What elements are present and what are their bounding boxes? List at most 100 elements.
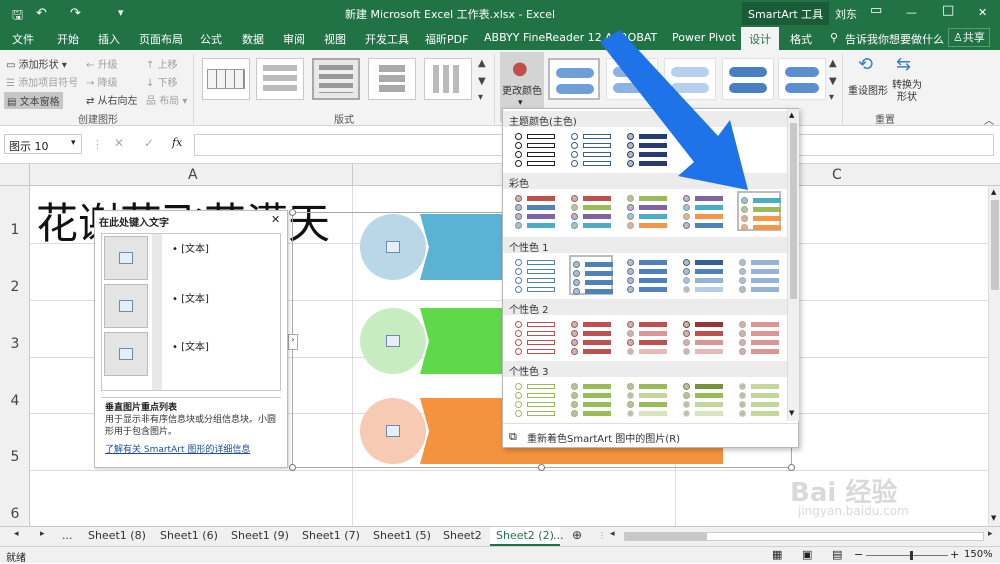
resize-handle[interactable] [289, 209, 296, 216]
recolor-pictures-option[interactable]: ⧉ 重新着色SmartArt 图中的图片(R) [503, 423, 798, 447]
tab-page-layout[interactable]: 页面布局 [139, 31, 183, 47]
cancel-icon[interactable]: ✕ [114, 136, 124, 150]
thumb-picture-3[interactable] [104, 332, 148, 376]
close-icon[interactable]: ✕ [271, 213, 280, 226]
tab-foxit-pdf[interactable]: 福昕PDF [425, 31, 468, 47]
color-option-4-5[interactable] [737, 317, 781, 357]
color-option-5-4[interactable] [681, 379, 725, 419]
sheet-more-left[interactable]: ... [62, 529, 73, 542]
tab-developer[interactable]: 开发工具 [365, 31, 409, 47]
color-option-5-1[interactable] [513, 379, 557, 419]
bullet-item-2[interactable]: • [文本] [172, 290, 209, 305]
sheet-tab-4[interactable]: Sheet1 (7) [302, 529, 360, 542]
sheet-tab-2[interactable]: Sheet1 (6) [160, 529, 218, 542]
resize-handle[interactable] [289, 464, 296, 471]
add-bullet-button[interactable]: ☰ 添加项目符号 [6, 74, 78, 89]
color-option-4-1[interactable] [513, 317, 557, 357]
color-option-5-5[interactable] [737, 379, 781, 419]
ribbon-display-icon[interactable]: ▭ [870, 3, 882, 18]
add-sheet-icon[interactable]: ⊕ [572, 528, 582, 542]
sheet-tab-1[interactable]: Sheet1 (8) [88, 529, 146, 542]
layout-option-5[interactable] [424, 58, 472, 100]
undo-icon[interactable]: ↶ [36, 6, 47, 21]
resize-handle[interactable] [538, 464, 545, 471]
picture-placeholder-2[interactable] [360, 308, 426, 374]
row-4-header[interactable]: 4 [0, 393, 30, 409]
tab-data[interactable]: 数据 [242, 31, 264, 47]
row-2-header[interactable]: 2 [0, 279, 30, 295]
color-option-4-4[interactable] [681, 317, 725, 357]
color-option-3-5[interactable] [737, 255, 781, 295]
color-option-3-3[interactable] [625, 255, 669, 295]
redo-icon[interactable]: ↷ [70, 6, 81, 21]
layouts-scroll-up-icon[interactable]: ▲ [478, 58, 486, 69]
text-pane-editor[interactable]: • [文本] • [文本] • [文本] [101, 233, 281, 391]
layouts-scroll-down-icon[interactable]: ▼ [478, 76, 486, 87]
layout-button[interactable]: 品 布局 ▾ [146, 92, 187, 107]
zoom-slider-thumb[interactable] [910, 551, 913, 560]
layout-option-3-selected[interactable] [312, 58, 360, 100]
demote-button[interactable]: → 降级 [86, 74, 118, 89]
sheet-more-right[interactable]: ... [553, 529, 564, 542]
styles-more-icon[interactable]: ▾ [829, 92, 834, 103]
scroll-thumb[interactable] [790, 123, 797, 299]
tab-format[interactable]: 格式 [790, 31, 812, 47]
move-up-button[interactable]: ↑ 上移 [146, 56, 178, 71]
zoom-in-icon[interactable]: + [950, 548, 959, 561]
add-shape-button[interactable]: ▭ 添加形状 ▾ [6, 56, 67, 71]
minimize-button[interactable]: — [906, 6, 917, 19]
picture-placeholder-3[interactable] [360, 398, 426, 464]
move-down-button[interactable]: ↓ 下移 [146, 74, 178, 89]
reset-graphic-button[interactable]: ⟲ 重设图形 [848, 54, 888, 106]
layout-option-1[interactable] [202, 58, 250, 100]
tab-file[interactable]: 文件 [12, 31, 34, 47]
zoom-slider[interactable] [866, 555, 948, 556]
layout-option-2[interactable] [256, 58, 304, 100]
thumb-picture-1[interactable] [104, 236, 148, 280]
select-all-corner[interactable] [0, 164, 30, 186]
color-option-5-3[interactable] [625, 379, 669, 419]
tab-view[interactable]: 视图 [324, 31, 346, 47]
styles-scroll-down-icon[interactable]: ▼ [829, 76, 837, 87]
row-5-header[interactable]: 5 [0, 449, 30, 465]
color-option-4-2[interactable] [569, 317, 613, 357]
vertical-scrollbar[interactable]: ▲ ▼ [988, 186, 1000, 526]
gallery-scrollbar[interactable]: ▲ ▼ [787, 109, 799, 421]
sheet-tab-3[interactable]: Sheet1 (9) [231, 529, 289, 542]
page-break-view-icon[interactable]: ▤ [832, 548, 842, 561]
sheet-tab-6[interactable]: Sheet2 [443, 529, 482, 542]
row-6-header[interactable]: 6 [0, 506, 30, 522]
sheet-tab-active[interactable]: Sheet2 (2) [490, 527, 560, 546]
collapse-ribbon-icon[interactable]: ︿ [984, 112, 994, 127]
tab-abbyy[interactable]: ABBYY FineReader 12 [484, 31, 602, 44]
text-pane-button[interactable]: ▤ 文本窗格 [4, 92, 63, 109]
tell-me-icon[interactable]: ⚲ [830, 31, 838, 44]
row-1-header[interactable]: 1 [0, 222, 30, 238]
tab-home[interactable]: 开始 [57, 31, 79, 47]
row-3-header[interactable]: 3 [0, 336, 30, 352]
column-c-header[interactable]: C [832, 167, 842, 183]
prev-sheet-icon[interactable]: ◂ [14, 529, 19, 539]
share-button[interactable]: ♙共享 [948, 28, 990, 47]
layouts-more-icon[interactable]: ▾ [478, 92, 483, 103]
close-button[interactable]: ✕ [978, 6, 987, 19]
vscroll-up-icon[interactable]: ▲ [991, 188, 996, 196]
tell-me-box[interactable]: 告诉我你想要做什么 [845, 31, 944, 47]
split-handle-icon[interactable]: ⋮ [598, 531, 606, 540]
color-option-3-1[interactable] [513, 255, 557, 295]
vscroll-down-icon[interactable]: ▼ [991, 514, 996, 522]
promote-button[interactable]: ← 升级 [86, 56, 118, 71]
insert-function-icon[interactable]: fx [172, 136, 182, 149]
color-option-5-2[interactable] [569, 379, 613, 419]
scroll-up-icon[interactable]: ▲ [789, 111, 794, 119]
tab-insert[interactable]: 插入 [98, 31, 120, 47]
hscroll-right-icon[interactable]: ▸ [988, 529, 993, 539]
tab-review[interactable]: 审阅 [283, 31, 305, 47]
color-option-3-2[interactable] [569, 255, 613, 295]
layout-option-4[interactable] [368, 58, 416, 100]
picture-placeholder-1[interactable] [360, 214, 426, 280]
rtl-button[interactable]: ⇄ 从右向左 [86, 92, 138, 107]
color-option-1-1[interactable] [513, 129, 557, 169]
horizontal-scrollbar[interactable] [624, 532, 984, 541]
tab-formulas[interactable]: 公式 [200, 31, 222, 47]
